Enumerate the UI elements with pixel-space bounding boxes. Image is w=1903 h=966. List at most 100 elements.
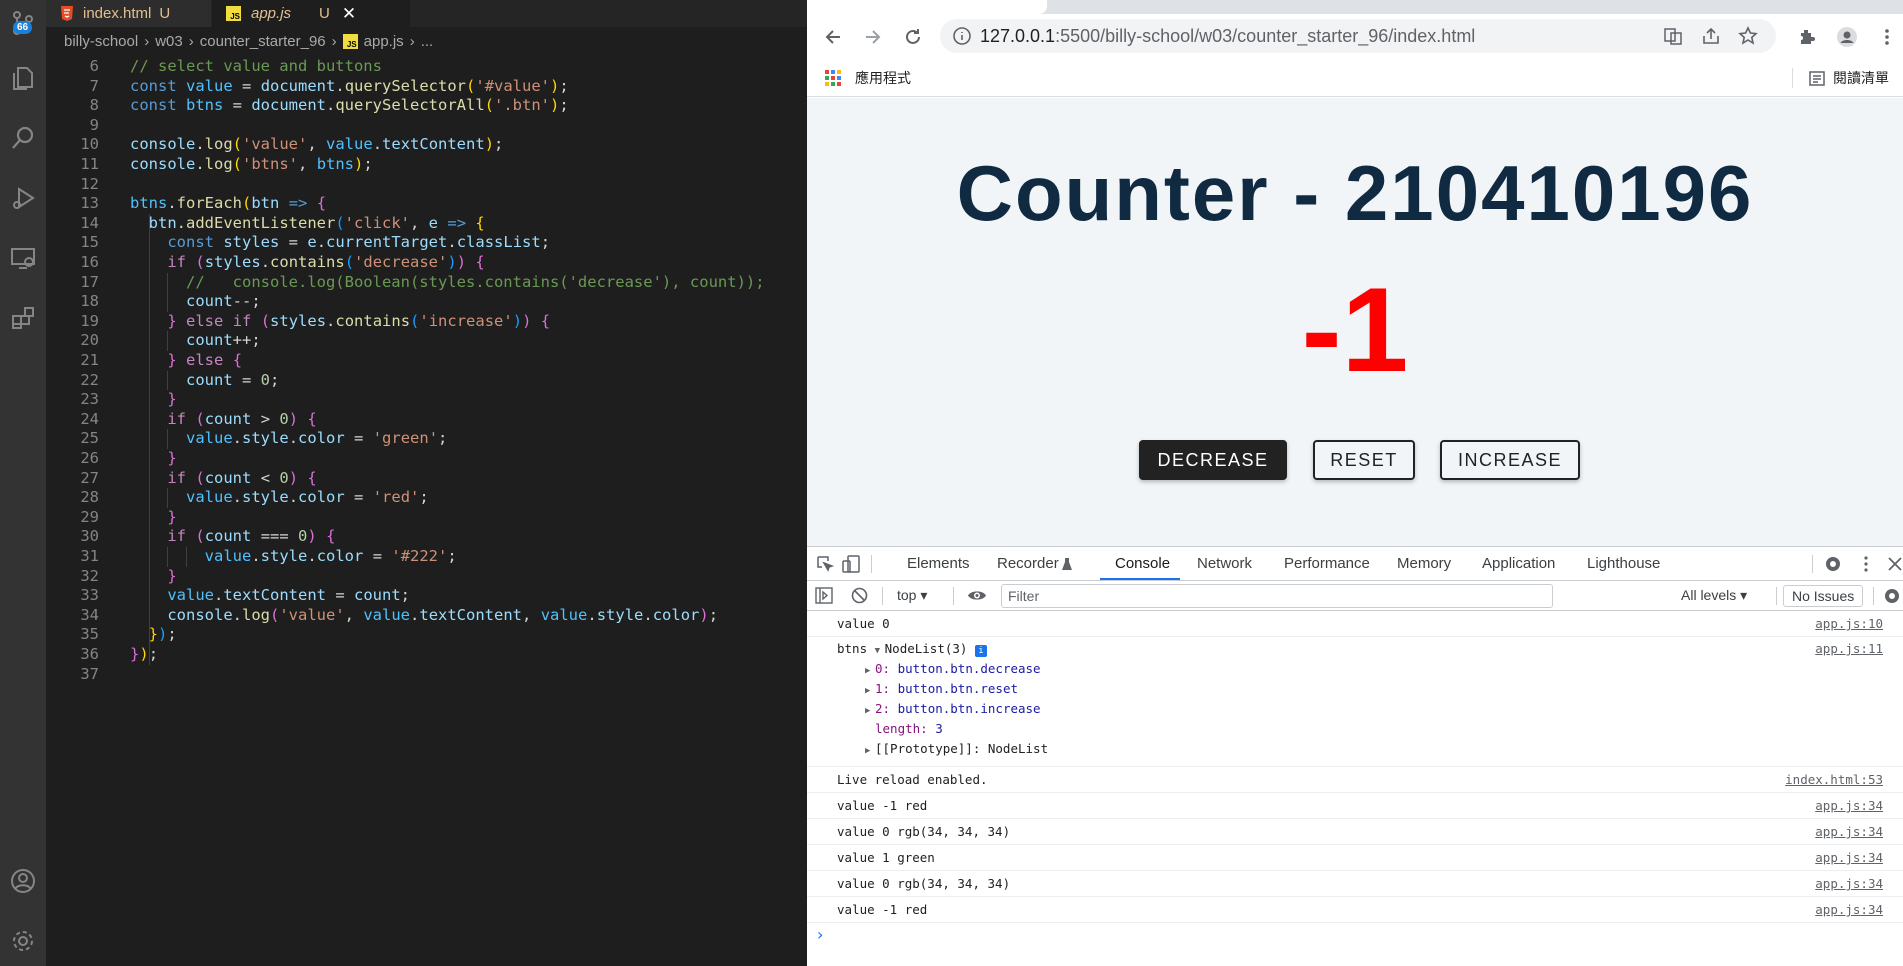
expand-triangle-icon[interactable]: ▶: [865, 666, 875, 676]
breadcrumb-item[interactable]: billy-school: [64, 33, 138, 50]
devtools-settings-gear-icon[interactable]: [1824, 555, 1842, 573]
tab-app-js[interactable]: JS app.js U ✕: [212, 0, 410, 27]
code-line[interactable]: 26 }: [46, 449, 807, 469]
code-line[interactable]: 24 if (count > 0) {: [46, 410, 807, 430]
address-bar[interactable]: 127.0.0.1:5500/billy-school/w03/counter_…: [940, 19, 1776, 53]
log-levels-select[interactable]: All levels ▾: [1681, 581, 1747, 610]
code-line[interactable]: 33 value.textContent = count;: [46, 586, 807, 606]
expand-triangle-icon[interactable]: ▶: [865, 686, 875, 696]
clear-console-icon[interactable]: [851, 587, 868, 604]
nodelist-item[interactable]: ▶ 2: button.btn.increase: [865, 701, 1041, 716]
code-line[interactable]: 14 btn.addEventListener('click', e => {: [46, 214, 807, 234]
console-prompt[interactable]: ›: [817, 925, 823, 944]
code-line[interactable]: 9: [46, 116, 807, 136]
source-link[interactable]: app.js:34: [1815, 876, 1883, 891]
code-line[interactable]: 35 });: [46, 625, 807, 645]
extensions-puzzle-icon[interactable]: [1797, 27, 1817, 47]
nodelist-item[interactable]: ▶ 1: button.btn.reset: [865, 681, 1018, 696]
reload-icon[interactable]: [898, 22, 928, 52]
live-expression-eye-icon[interactable]: [967, 588, 987, 603]
code-line[interactable]: 31 value.style.color = '#222';: [46, 547, 807, 567]
source-link[interactable]: app.js:34: [1815, 824, 1883, 839]
source-link[interactable]: index.html:53: [1785, 772, 1883, 787]
close-icon[interactable]: ✕: [342, 4, 356, 24]
bookmark-star-icon[interactable]: [1738, 26, 1758, 46]
tab-network[interactable]: Network: [1197, 547, 1252, 580]
devtools-menu-dots-icon[interactable]: [1857, 555, 1875, 573]
issues-button[interactable]: No Issues: [1783, 585, 1864, 607]
code-line[interactable]: 11 console.log('btns', btns);: [46, 155, 807, 175]
reset-button[interactable]: RESET: [1313, 440, 1415, 480]
context-select[interactable]: top ▾: [897, 581, 927, 610]
code-line[interactable]: 25 value.style.color = 'green';: [46, 429, 807, 449]
inspect-element-icon[interactable]: [817, 556, 834, 573]
code-line[interactable]: 32 }: [46, 567, 807, 587]
code-line[interactable]: 37: [46, 665, 807, 685]
explorer-icon[interactable]: [0, 55, 46, 101]
reading-list[interactable]: 閱讀清單: [1833, 60, 1889, 96]
account-icon[interactable]: [0, 858, 46, 904]
code-line[interactable]: 23 }: [46, 390, 807, 410]
code-line[interactable]: 15 const styles = e.currentTarget.classL…: [46, 233, 807, 253]
tab-elements[interactable]: Elements: [907, 547, 970, 580]
expand-triangle-icon[interactable]: ▼: [875, 646, 885, 656]
info-icon[interactable]: [952, 26, 972, 46]
code-line[interactable]: 8 const btns = document.querySelectorAll(…: [46, 96, 807, 116]
bookmark-apps[interactable]: 應用程式: [855, 60, 911, 96]
code-editor[interactable]: 6 // select value and buttons 7 const value…: [46, 57, 807, 966]
translate-icon[interactable]: [1663, 26, 1683, 46]
console-settings-gear-icon[interactable]: [1883, 587, 1901, 605]
code-line[interactable]: 10 console.log('value', value.textContent…: [46, 135, 807, 155]
code-line[interactable]: 13 btns.forEach(btn => {: [46, 194, 807, 214]
code-line[interactable]: 22 count = 0;: [46, 371, 807, 391]
menu-dots-icon[interactable]: [1877, 27, 1897, 47]
code-line[interactable]: 18 count--;: [46, 292, 807, 312]
source-control-icon[interactable]: 66: [0, 0, 46, 46]
tab-index-html[interactable]: index.html U: [46, 0, 211, 27]
code-line[interactable]: 34 console.log('value', value.textConten…: [46, 606, 807, 626]
search-icon[interactable]: [0, 115, 46, 161]
profile-avatar-icon[interactable]: [1837, 27, 1857, 47]
code-line[interactable]: 21 } else {: [46, 351, 807, 371]
reading-list-icon[interactable]: [1809, 71, 1825, 86]
nodelist-item[interactable]: ▶ 0: button.btn.decrease: [865, 661, 1041, 676]
remote-explorer-icon[interactable]: [0, 235, 46, 281]
expand-triangle-icon[interactable]: ▶: [865, 746, 875, 756]
tab-recorder[interactable]: Recorder: [997, 547, 1059, 580]
tab-console[interactable]: Console: [1115, 547, 1170, 580]
code-line[interactable]: 29 }: [46, 508, 807, 528]
source-link[interactable]: app.js:34: [1815, 850, 1883, 865]
apps-grid-icon[interactable]: [825, 70, 841, 86]
code-line[interactable]: 7 const value = document.querySelector('#…: [46, 77, 807, 97]
tab-memory[interactable]: Memory: [1397, 547, 1451, 580]
nodelist-prototype[interactable]: ▶ [[Prototype]]: NodeList: [865, 741, 1048, 756]
code-line[interactable]: 16 if (styles.contains('decrease')) {: [46, 253, 807, 273]
breadcrumb-item[interactable]: counter_starter_96: [200, 33, 326, 50]
code-line[interactable]: 17 // console.log(Boolean(styles.contain…: [46, 273, 807, 293]
source-link[interactable]: app.js:10: [1815, 616, 1883, 631]
breadcrumb-item[interactable]: app.js: [364, 33, 404, 50]
device-toolbar-icon[interactable]: [842, 555, 860, 573]
extensions-icon[interactable]: [0, 295, 46, 341]
tab-performance[interactable]: Performance: [1284, 547, 1370, 580]
code-line[interactable]: 19 } else if (styles.contains('increase'…: [46, 312, 807, 332]
code-line[interactable]: 12: [46, 175, 807, 195]
settings-gear-icon[interactable]: [0, 918, 46, 964]
code-line[interactable]: 36});: [46, 645, 807, 665]
show-sidebar-icon[interactable]: [815, 587, 833, 604]
code-line[interactable]: 20 count++;: [46, 331, 807, 351]
console-filter-input[interactable]: Filter: [1001, 584, 1553, 608]
code-line[interactable]: 6 // select value and buttons: [46, 57, 807, 77]
forward-icon[interactable]: [858, 22, 888, 52]
code-line[interactable]: 27 if (count < 0) {: [46, 469, 807, 489]
close-devtools-icon[interactable]: [1887, 556, 1903, 572]
decrease-button[interactable]: DECREASE: [1139, 440, 1287, 480]
breadcrumb-item[interactable]: ...: [421, 33, 434, 50]
run-debug-icon[interactable]: [0, 175, 46, 221]
code-line[interactable]: 28 value.style.color = 'red';: [46, 488, 807, 508]
back-icon[interactable]: [818, 22, 848, 52]
source-link[interactable]: app.js:34: [1815, 902, 1883, 917]
tab-lighthouse[interactable]: Lighthouse: [1587, 547, 1660, 580]
increase-button[interactable]: INCREASE: [1440, 440, 1580, 480]
breadcrumb-item[interactable]: w03: [155, 33, 183, 50]
